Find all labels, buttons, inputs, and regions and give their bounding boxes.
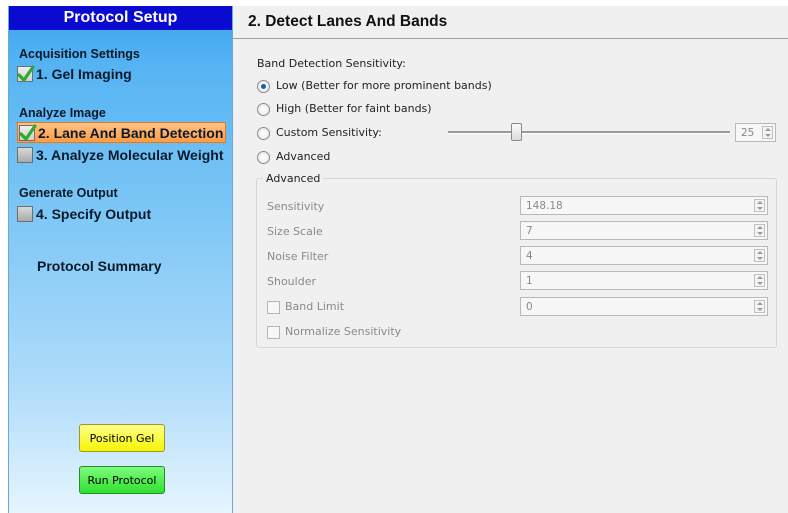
- radio-high-label[interactable]: High (Better for faint bands): [276, 102, 432, 115]
- page-title: 2. Detect Lanes And Bands: [248, 13, 448, 30]
- radio-high[interactable]: [257, 103, 270, 116]
- position-gel-button[interactable]: Position Gel: [79, 424, 165, 452]
- spin-value: 25: [741, 126, 755, 139]
- spin-arrows-icon[interactable]: [762, 126, 773, 139]
- noise-filter-field-label: Noise Filter: [267, 250, 329, 263]
- step-gel-imaging[interactable]: 1. Gel Imaging: [17, 64, 132, 83]
- size-scale-field[interactable]: 7: [520, 221, 768, 240]
- size-scale-field-label: Size Scale: [267, 225, 323, 238]
- shoulder-field-label: Shoulder: [267, 275, 316, 288]
- sensitivity-label: Band Detection Sensitivity:: [257, 57, 406, 70]
- field-value: 148.18: [526, 199, 563, 212]
- field-value: 1: [526, 274, 533, 287]
- section-acquisition-settings: Acquisition Settings: [19, 47, 140, 61]
- checked-checkbox-icon: [19, 123, 37, 141]
- field-value: 0: [526, 300, 533, 313]
- spin-arrows-icon[interactable]: [754, 199, 765, 212]
- radio-low[interactable]: [257, 80, 270, 93]
- protocol-sidebar: Protocol Setup Acquisition Settings 1. G…: [8, 6, 233, 513]
- spin-arrows-icon[interactable]: [754, 224, 765, 237]
- step-label: 3. Analyze Molecular Weight: [36, 146, 224, 163]
- normalize-sensitivity-label: Normalize Sensitivity: [285, 325, 402, 338]
- sidebar-title: Protocol Setup: [9, 6, 232, 30]
- run-protocol-button[interactable]: Run Protocol: [79, 466, 165, 494]
- custom-sensitivity-spinbox[interactable]: 25: [735, 123, 776, 142]
- protocol-summary-link[interactable]: Protocol Summary: [37, 258, 161, 274]
- unchecked-checkbox-icon: [17, 146, 33, 163]
- unchecked-checkbox-icon: [17, 205, 33, 222]
- step-specify-output[interactable]: 4. Specify Output: [17, 204, 151, 223]
- noise-filter-field[interactable]: 4: [520, 246, 768, 265]
- radio-custom-label[interactable]: Custom Sensitivity:: [276, 126, 382, 139]
- band-limit-label: Band Limit: [285, 300, 345, 313]
- spin-arrows-icon[interactable]: [754, 300, 765, 313]
- spin-arrows-icon[interactable]: [754, 274, 765, 287]
- step-label: 1. Gel Imaging: [36, 65, 132, 82]
- spin-arrows-icon[interactable]: [754, 249, 765, 262]
- checked-checkbox-icon: [17, 64, 35, 82]
- radio-advanced[interactable]: [257, 151, 270, 164]
- title-divider: [233, 38, 788, 39]
- radio-custom[interactable]: [257, 127, 270, 140]
- section-analyze-image: Analyze Image: [19, 106, 106, 120]
- advanced-group-title: Advanced: [263, 172, 324, 185]
- step-label: 4. Specify Output: [36, 205, 152, 222]
- radio-advanced-label[interactable]: Advanced: [276, 150, 330, 163]
- band-limit-field[interactable]: 0: [520, 297, 768, 316]
- sensitivity-field-label: Sensitivity: [267, 200, 325, 213]
- section-generate-output: Generate Output: [19, 186, 118, 200]
- step-analyze-molecular-weight[interactable]: 3. Analyze Molecular Weight: [17, 145, 224, 164]
- shoulder-field[interactable]: 1: [520, 271, 768, 290]
- normalize-sensitivity-checkbox[interactable]: [267, 326, 280, 339]
- band-limit-checkbox[interactable]: [267, 301, 280, 314]
- main-panel: 2. Detect Lanes And Bands Band Detection…: [233, 6, 788, 513]
- custom-sensitivity-slider-thumb[interactable]: [511, 123, 522, 141]
- field-value: 7: [526, 224, 533, 237]
- field-value: 4: [526, 249, 533, 262]
- custom-sensitivity-slider-track[interactable]: [448, 131, 730, 134]
- radio-low-label[interactable]: Low (Better for more prominent bands): [276, 79, 492, 92]
- step-label: 2. Lane And Band Detection: [38, 124, 224, 141]
- step-lane-band-detection[interactable]: 2. Lane And Band Detection: [17, 122, 226, 143]
- sensitivity-field[interactable]: 148.18: [520, 196, 768, 215]
